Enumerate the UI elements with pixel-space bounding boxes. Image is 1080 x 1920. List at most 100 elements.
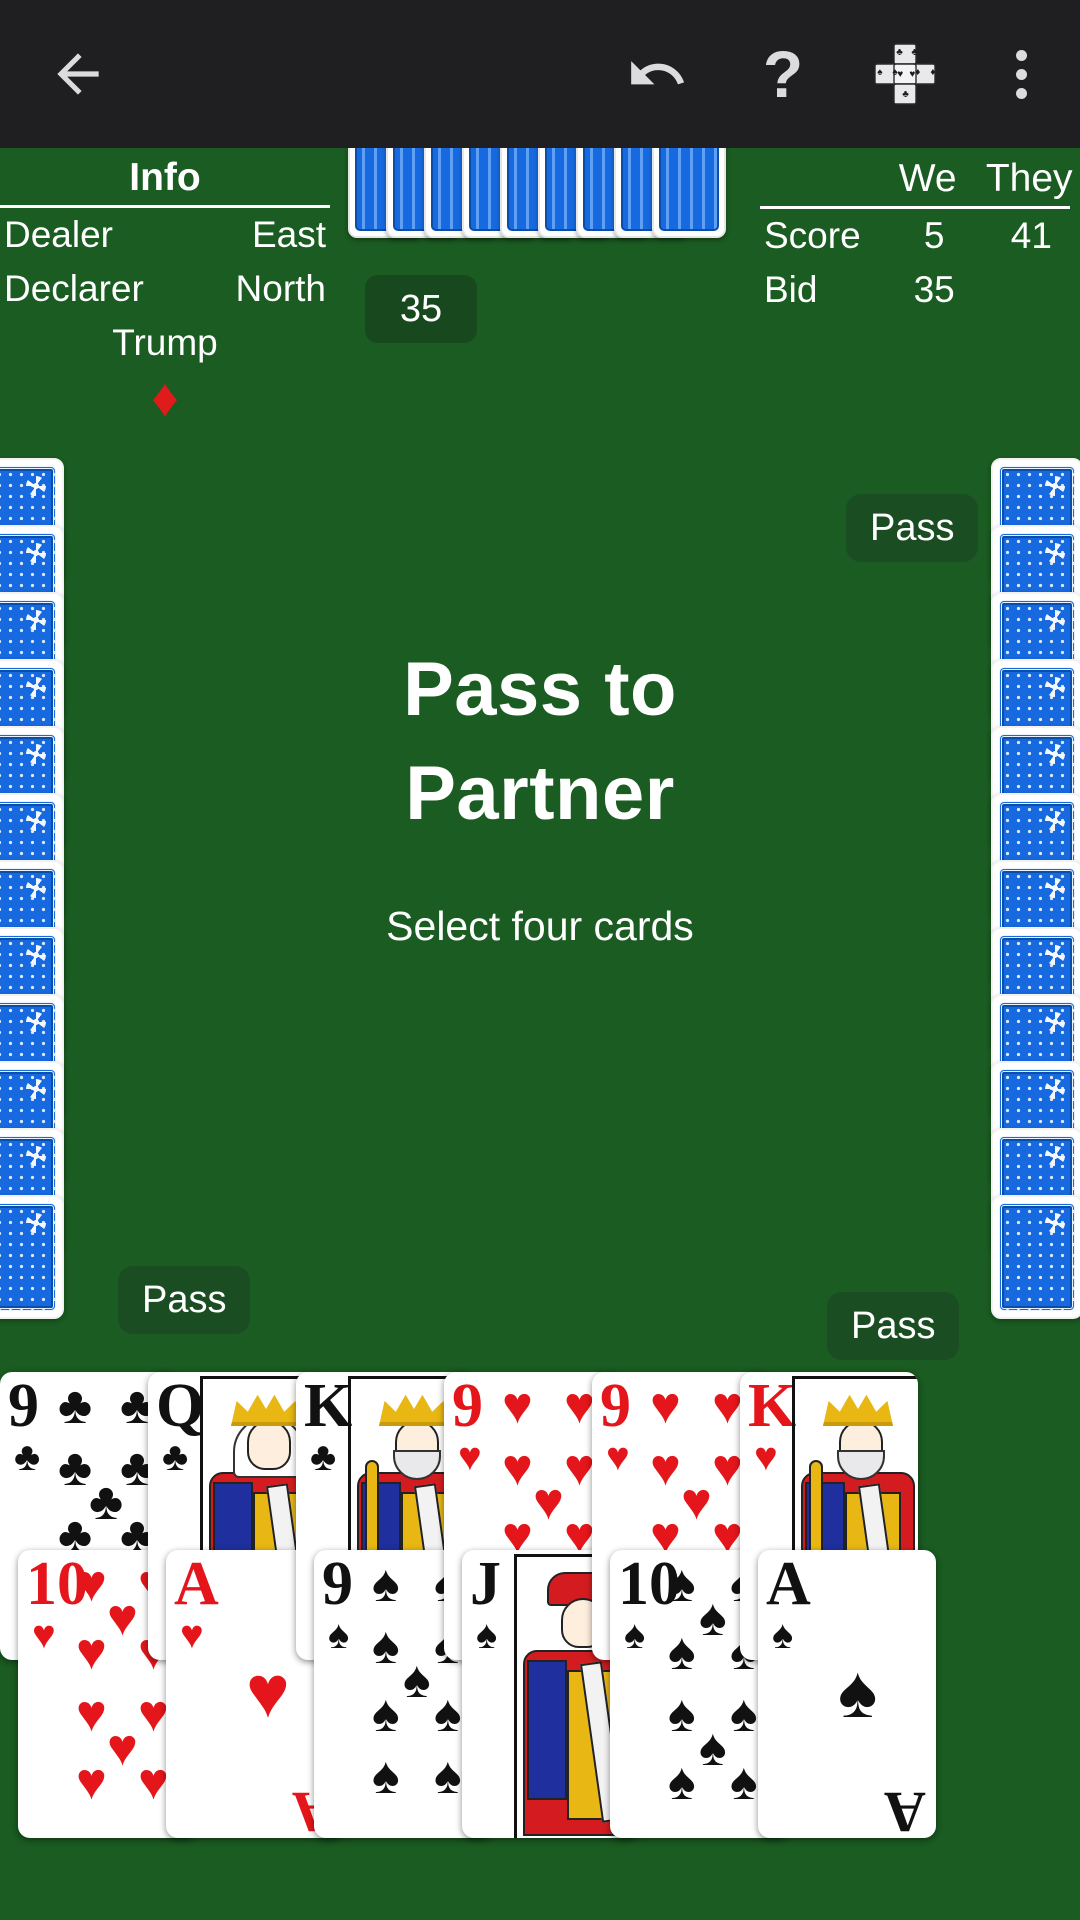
card-pip: ♥ (564, 1377, 595, 1435)
card-pip: ♥ (76, 1753, 107, 1812)
card-pip: ♠ (838, 1650, 878, 1733)
arrow-left-icon (57, 53, 99, 95)
card-suit-icon: ♠ (772, 1613, 794, 1657)
hand-card-a-spades[interactable]: A ♠ ♠ A (758, 1550, 936, 1838)
card-suit-icon: ♣ (310, 1435, 337, 1479)
card-pip: ♠ (699, 1589, 727, 1648)
west-card-back (0, 1195, 64, 1319)
card-pip: ♠ (730, 1685, 758, 1744)
score-header-row: We They (750, 154, 1080, 204)
card-rank-label: K (304, 1372, 353, 1440)
score-we-value: 5 (923, 215, 945, 256)
trump-label: Trump (112, 322, 218, 363)
score-col-they: They (985, 157, 1073, 200)
overflow-menu-icon (1015, 87, 1027, 99)
face-art-part (247, 1420, 291, 1470)
card-suit-icon: ♠ (624, 1613, 646, 1657)
pass-chip-east-label: Pass (851, 1304, 936, 1347)
center-message-title-line-2: Partner (405, 751, 675, 836)
center-message-title: Pass to Partner (0, 638, 1080, 846)
pass-chip-west: Pass (118, 1266, 251, 1334)
card-pip: ♥ (681, 1473, 712, 1532)
card-rank-label-inverted: A (884, 1780, 926, 1838)
face-art-part (379, 1394, 449, 1426)
card-back-pattern (999, 1203, 1075, 1311)
card-suit-icon: ♣ (14, 1435, 41, 1479)
card-pip: ♥ (76, 1555, 107, 1613)
svg-text:♣: ♣ (896, 47, 903, 58)
card-pip: ♥ (246, 1650, 290, 1733)
card-suit-icon: ♣ (162, 1435, 189, 1479)
card-pip: ♥ (502, 1377, 533, 1435)
card-pip: ♠ (434, 1747, 462, 1806)
card-pip: ♥ (650, 1439, 681, 1497)
card-suit-icon: ♠ (476, 1613, 498, 1657)
card-pip: ♠ (668, 1555, 696, 1613)
face-art-part (527, 1660, 567, 1800)
card-suit-icon: ♥ (754, 1435, 778, 1479)
card-pip: ♠ (372, 1685, 400, 1744)
back-button[interactable] (40, 36, 116, 112)
card-pip: ♥ (138, 1685, 169, 1744)
cards-layout-button[interactable]: ♣ ♣ ♠ ♠ ♦ ♦ ♥ ♥ ♣ (862, 30, 948, 118)
face-art-part (231, 1394, 301, 1426)
center-message-title-line-1: Pass to (403, 647, 677, 732)
card-pip: ♠ (668, 1623, 696, 1682)
overflow-menu-button[interactable] (978, 30, 1064, 118)
undo-button[interactable] (614, 30, 700, 118)
card-rank-label: A (174, 1550, 219, 1618)
card-pip: ♥ (76, 1685, 107, 1744)
svg-text:♥: ♥ (897, 69, 903, 80)
bid-they-value (983, 263, 1080, 317)
card-rank-label: J (470, 1550, 501, 1618)
score-row-label: Score (764, 215, 861, 256)
card-pip: ♥ (712, 1439, 743, 1497)
center-message-subtitle: Select four cards (386, 903, 694, 949)
score-col-we: We (898, 157, 957, 200)
app-bar: ? ♣ ♣ ♠ ♠ ♦ ♦ ♥ ♥ ♣ (0, 0, 1080, 148)
card-pip: ♥ (650, 1377, 681, 1435)
card-pip: ♥ (502, 1439, 533, 1497)
card-pip: ♥ (712, 1377, 743, 1435)
card-pip: ♠ (699, 1719, 727, 1778)
card-pip: ♠ (403, 1651, 431, 1710)
bid-we-value: 35 (913, 269, 955, 310)
card-suit-icon: ♠ (328, 1613, 350, 1657)
info-panel-title: Info (129, 156, 201, 199)
score-they-value: 41 (1010, 215, 1052, 256)
card-rank-label: 9 (8, 1372, 39, 1440)
card-suit-icon: ♥ (606, 1435, 630, 1479)
declarer-value: North (235, 268, 326, 309)
svg-text:♥: ♥ (909, 69, 915, 80)
svg-text:♠: ♠ (877, 67, 883, 78)
card-rank-label: Q (156, 1372, 205, 1440)
undo-icon (631, 61, 685, 85)
card-rank-label: 9 (600, 1372, 631, 1440)
card-pip: ♥ (138, 1753, 169, 1812)
card-rank-label: 9 (322, 1550, 353, 1618)
card-pip: ♥ (533, 1473, 564, 1532)
pass-chip-north: Pass (846, 494, 979, 562)
card-pip: ♥ (564, 1439, 595, 1497)
card-pip: ♣ (58, 1439, 93, 1497)
card-suit-icon: ♥ (32, 1613, 56, 1657)
svg-text:♣: ♣ (902, 89, 909, 100)
deck-card-back (652, 148, 726, 238)
card-pip: ♠ (372, 1555, 400, 1613)
score-row-bid: Bid 35 (750, 263, 1080, 317)
game-table: Info Dealer East Declarer North Trump ♦ … (0, 148, 1080, 1920)
score-header-spacer (750, 154, 877, 204)
bid-chip-value: 35 (399, 287, 443, 330)
card-pip: ♥ (76, 1623, 107, 1682)
cards-cross-icon: ♣ ♣ ♠ ♠ ♦ ♦ ♥ ♥ ♣ (874, 43, 936, 105)
card-back-pattern (659, 148, 719, 231)
card-pip: ♠ (434, 1685, 462, 1744)
card-pip: ♥ (107, 1719, 138, 1778)
card-suit-icon: ♥ (458, 1435, 482, 1479)
help-button[interactable]: ? (740, 30, 826, 118)
east-card-back (991, 1195, 1080, 1319)
card-rank-label: 9 (452, 1372, 483, 1440)
info-panel: Info Dealer East Declarer North Trump ♦ (0, 154, 330, 426)
pass-chip-east: Pass (827, 1292, 960, 1360)
svg-text:♣: ♣ (911, 47, 918, 58)
